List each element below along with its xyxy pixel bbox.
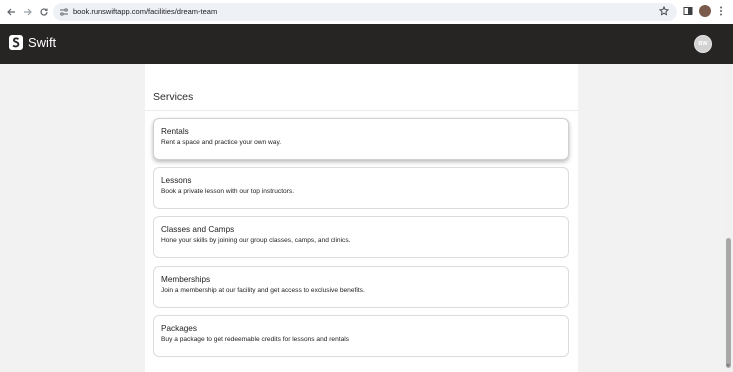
swift-logo[interactable]: Swift: [9, 35, 56, 50]
url-text[interactable]: book.runswiftapp.com/facilities/dream-te…: [73, 6, 217, 18]
service-card-rentals[interactable]: Rentals Rent a space and practice your o…: [153, 118, 569, 160]
services-title: Services: [153, 91, 194, 103]
service-card-memberships[interactable]: Memberships Join a membership at our fac…: [153, 266, 569, 308]
service-card-lessons[interactable]: Lessons Book a private lesson with our t…: [153, 167, 569, 209]
browser-toolbar: book.runswiftapp.com/facilities/dream-te…: [0, 0, 733, 24]
service-name: Memberships: [161, 275, 211, 284]
swift-logo-icon: [9, 35, 23, 50]
scroll-down-arrow-icon[interactable]: [726, 364, 730, 367]
kebab-menu-icon[interactable]: [716, 4, 726, 18]
site-settings-icon[interactable]: [58, 6, 70, 18]
avatar-initials: BW: [698, 41, 708, 47]
service-description: Rent a space and practice your own way.: [161, 139, 282, 146]
divider: [145, 110, 578, 111]
service-name: Packages: [161, 324, 197, 333]
side-panel-icon[interactable]: [681, 4, 695, 18]
service-card-classes-and-camps[interactable]: Classes and Camps Hone your skills by jo…: [153, 216, 569, 258]
service-description: Book a private lesson with our top instr…: [161, 188, 295, 195]
service-description: Buy a package to get redeemable credits …: [161, 336, 350, 343]
service-name: Classes and Camps: [161, 225, 235, 234]
back-icon[interactable]: [3, 4, 19, 20]
logo-text: Swift: [28, 35, 57, 50]
service-card-packages[interactable]: Packages Buy a package to get redeemable…: [153, 315, 569, 357]
reload-icon[interactable]: [36, 4, 52, 20]
page-scrollbar[interactable]: [724, 64, 733, 372]
forward-icon[interactable]: [20, 4, 36, 20]
service-name: Lessons: [161, 176, 192, 185]
service-description: Hone your skills by joining our group cl…: [161, 237, 351, 244]
browser-profile-avatar[interactable]: [699, 5, 711, 17]
scrollbar-thumb[interactable]: [726, 238, 731, 368]
services-panel: Services Rentals Rent a space and practi…: [145, 64, 578, 372]
service-name: Rentals: [161, 127, 189, 136]
app-header: Swift BW: [0, 24, 733, 64]
user-avatar[interactable]: BW: [694, 35, 712, 53]
service-description: Join a membership at our facility and ge…: [161, 287, 365, 294]
address-bar[interactable]: book.runswiftapp.com/facilities/dream-te…: [53, 3, 677, 21]
bookmark-star-icon[interactable]: [657, 4, 671, 18]
